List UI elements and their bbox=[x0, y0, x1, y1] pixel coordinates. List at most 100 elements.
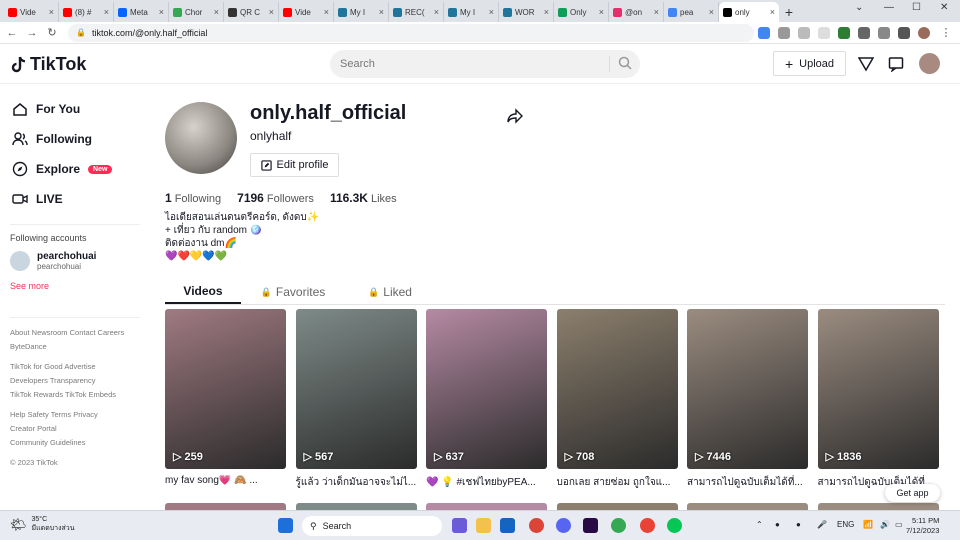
browser-tab[interactable]: Only × bbox=[554, 2, 609, 22]
tray-chevron-icon[interactable]: ⌃ bbox=[756, 520, 763, 529]
browser-tab[interactable]: My I × bbox=[444, 2, 499, 22]
close-tab-icon[interactable]: × bbox=[214, 7, 219, 17]
tab-liked[interactable]: 🔒 Liked bbox=[345, 280, 435, 304]
video-caption[interactable]: สามารถไปดูฉบับเต็มได้ที่... bbox=[687, 475, 808, 490]
browser-tab[interactable]: Chor × bbox=[169, 2, 224, 22]
footer-row[interactable]: Help Safety Terms Privacy bbox=[10, 408, 150, 422]
browser-menu-icon[interactable]: ⋮ bbox=[938, 26, 954, 39]
video-card[interactable]: ▷ 567 รู้แล้ว ว่าเด็กมันอาจจะไม่ไ... bbox=[295, 309, 417, 490]
video-thumbnail[interactable]: ▷ 259 bbox=[165, 309, 286, 469]
windows-start-icon[interactable] bbox=[278, 518, 293, 533]
sidebar-item-for-you[interactable]: For You bbox=[0, 94, 150, 124]
browser-tab[interactable]: (8) # × bbox=[59, 2, 114, 22]
footer-row[interactable]: ByteDance bbox=[10, 340, 150, 354]
microphone-icon[interactable]: 🎤 bbox=[817, 520, 827, 529]
bookmark-star-icon[interactable] bbox=[818, 26, 830, 39]
video-caption[interactable]: my fav song💗 🙈 ... bbox=[165, 475, 286, 486]
volume-icon[interactable]: 🔊 bbox=[880, 520, 890, 529]
discord-icon[interactable] bbox=[556, 518, 571, 533]
sidebar-item-live[interactable]: LIVE bbox=[0, 184, 150, 214]
close-tab-icon[interactable]: × bbox=[654, 7, 659, 17]
sidebar-item-following[interactable]: Following bbox=[0, 124, 150, 154]
maximize-icon[interactable]: ☐ bbox=[912, 2, 921, 13]
video-thumbnail-peek[interactable] bbox=[426, 503, 547, 510]
video-card[interactable]: ▷ 1836 สามารถไปดูฉบับเต็มได้ที่... bbox=[817, 309, 939, 490]
forward-icon[interactable]: → bbox=[24, 27, 40, 39]
footer-row[interactable]: Developers Transparency bbox=[10, 374, 150, 388]
browser-tab[interactable]: WOR × bbox=[499, 2, 554, 22]
filter-icon[interactable] bbox=[858, 56, 874, 72]
browser-tab[interactable]: Vide × bbox=[4, 2, 59, 22]
close-tab-icon[interactable]: × bbox=[379, 7, 384, 17]
video-thumbnail-peek[interactable] bbox=[687, 503, 808, 510]
browser-tab[interactable]: Meta × bbox=[114, 2, 169, 22]
browser-tab[interactable]: @on × bbox=[609, 2, 664, 22]
video-thumbnail-peek[interactable] bbox=[556, 503, 678, 510]
close-tab-icon[interactable]: × bbox=[104, 7, 109, 17]
video-caption[interactable]: บอกเลย สายซ่อม ถูกใจแ... bbox=[557, 475, 678, 490]
chrome-profile-2-icon[interactable] bbox=[640, 518, 655, 533]
chrome-icon[interactable] bbox=[529, 518, 544, 533]
get-app-button[interactable]: Get app bbox=[885, 484, 940, 502]
browser-tab[interactable]: QR C × bbox=[224, 2, 279, 22]
reload-icon[interactable]: ↻ bbox=[44, 26, 60, 39]
see-more-link[interactable]: See more bbox=[0, 281, 150, 291]
following-account-item[interactable]: pearchohuai pearchohuai bbox=[0, 243, 150, 279]
browser-tab[interactable]: pea × bbox=[664, 2, 719, 22]
new-tab-button[interactable]: + bbox=[779, 2, 799, 22]
tray-app-icon[interactable]: ● bbox=[796, 520, 801, 529]
teams-icon[interactable] bbox=[452, 518, 467, 533]
close-tab-icon[interactable]: × bbox=[599, 7, 604, 17]
taskbar-search[interactable]: ⚲ Search bbox=[302, 516, 442, 536]
extensions-puzzle-icon[interactable] bbox=[858, 26, 870, 39]
sidepanel-icon[interactable] bbox=[898, 26, 910, 39]
close-window-icon[interactable]: ✕ bbox=[940, 2, 948, 13]
close-tab-icon[interactable]: × bbox=[49, 7, 54, 17]
share-icon[interactable] bbox=[507, 108, 523, 124]
tray-app-icon[interactable]: ● bbox=[775, 520, 780, 529]
minimize-icon[interactable]: — bbox=[884, 2, 894, 13]
upload-button[interactable]: + Upload bbox=[773, 51, 846, 76]
video-card[interactable]: ▷ 259 my fav song💗 🙈 ... bbox=[165, 309, 286, 490]
search-input[interactable]: Search bbox=[330, 50, 640, 78]
close-tab-icon[interactable]: × bbox=[709, 7, 714, 17]
footer-row[interactable]: Community Guidelines bbox=[10, 436, 150, 450]
close-tab-icon[interactable]: × bbox=[770, 7, 775, 17]
sidebar-item-explore[interactable]: Explore New bbox=[0, 154, 150, 184]
close-tab-icon[interactable]: × bbox=[544, 7, 549, 17]
footer-row[interactable]: TikTok Rewards TikTok Embeds bbox=[10, 388, 150, 402]
tab-videos[interactable]: Videos bbox=[165, 280, 241, 304]
download-icon[interactable] bbox=[878, 26, 890, 39]
video-thumbnail[interactable]: ▷ 7446 bbox=[687, 309, 808, 469]
user-avatar[interactable] bbox=[919, 53, 940, 74]
install-icon[interactable] bbox=[778, 26, 790, 39]
close-tab-icon[interactable]: × bbox=[434, 7, 439, 17]
close-tab-icon[interactable]: × bbox=[159, 7, 164, 17]
footer-row[interactable]: Creator Portal bbox=[10, 422, 150, 436]
following-stat[interactable]: 1 Following bbox=[165, 191, 221, 205]
video-thumbnail-peek[interactable] bbox=[295, 503, 417, 510]
video-caption[interactable]: 💜 💡 #เชฟไทยbyPEA... bbox=[426, 475, 547, 490]
back-icon[interactable]: ← bbox=[4, 27, 20, 39]
share-page-icon[interactable] bbox=[798, 26, 810, 39]
close-tab-icon[interactable]: × bbox=[324, 7, 329, 17]
close-tab-icon[interactable]: × bbox=[489, 7, 494, 17]
language-indicator[interactable]: ENG bbox=[837, 520, 854, 529]
wifi-icon[interactable]: 📶 bbox=[863, 520, 873, 529]
video-thumbnail[interactable]: ▷ 1836 bbox=[817, 309, 939, 469]
google-icon[interactable] bbox=[758, 26, 770, 39]
system-clock[interactable]: 5:11 PM 7/12/2023 bbox=[906, 516, 939, 536]
video-thumbnail[interactable]: ▷ 637 bbox=[426, 309, 547, 469]
browser-tab[interactable]: Vide × bbox=[279, 2, 334, 22]
tiktok-logo[interactable]: TikTok bbox=[10, 54, 86, 75]
line-icon[interactable] bbox=[667, 518, 682, 533]
followers-stat[interactable]: 7196 Followers bbox=[237, 191, 314, 205]
video-card[interactable]: ▷ 637 💜 💡 #เชฟไทยbyPEA... bbox=[426, 309, 547, 490]
tab-favorites[interactable]: 🔒 Favorites bbox=[241, 280, 345, 304]
browser-tab[interactable]: only × bbox=[719, 2, 779, 22]
inbox-icon[interactable] bbox=[888, 56, 904, 72]
browser-tab[interactable]: My I × bbox=[334, 2, 389, 22]
video-thumbnail-peek[interactable] bbox=[165, 503, 286, 510]
edit-profile-button[interactable]: Edit profile bbox=[250, 153, 339, 177]
video-card[interactable]: ▷ 7446 สามารถไปดูฉบับเต็มได้ที่... bbox=[687, 309, 808, 490]
